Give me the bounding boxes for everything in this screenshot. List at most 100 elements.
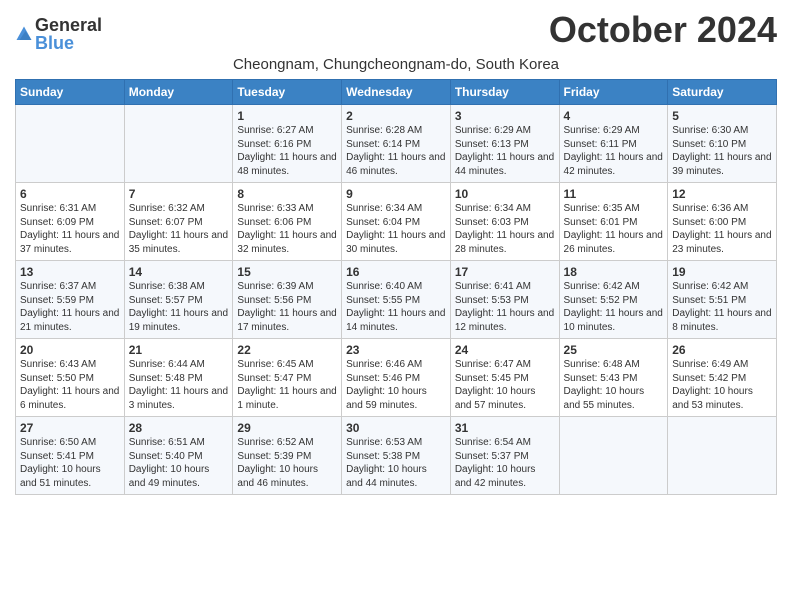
- cell-sun-info: Sunrise: 6:50 AM Sunset: 5:41 PM Dayligh…: [20, 436, 120, 490]
- day-number: 23: [346, 343, 446, 357]
- weekday-header-sunday: Sunday: [16, 80, 125, 105]
- day-number: 19: [672, 265, 772, 279]
- calendar-cell: 3Sunrise: 6:29 AM Sunset: 6:13 PM Daylig…: [450, 105, 559, 183]
- cell-sun-info: Sunrise: 6:28 AM Sunset: 6:14 PM Dayligh…: [346, 124, 446, 178]
- day-number: 2: [346, 109, 446, 123]
- weekday-header-thursday: Thursday: [450, 80, 559, 105]
- calendar-cell: 18Sunrise: 6:42 AM Sunset: 5:52 PM Dayli…: [559, 261, 668, 339]
- calendar-week-row: 1Sunrise: 6:27 AM Sunset: 6:16 PM Daylig…: [16, 105, 777, 183]
- cell-sun-info: Sunrise: 6:29 AM Sunset: 6:13 PM Dayligh…: [455, 124, 555, 178]
- day-number: 16: [346, 265, 446, 279]
- calendar-cell: 13Sunrise: 6:37 AM Sunset: 5:59 PM Dayli…: [16, 261, 125, 339]
- calendar-cell: 9Sunrise: 6:34 AM Sunset: 6:04 PM Daylig…: [342, 183, 451, 261]
- logo: General Blue: [15, 10, 102, 52]
- calendar-cell: 10Sunrise: 6:34 AM Sunset: 6:03 PM Dayli…: [450, 183, 559, 261]
- day-number: 28: [129, 421, 229, 435]
- day-number: 7: [129, 187, 229, 201]
- calendar-week-row: 20Sunrise: 6:43 AM Sunset: 5:50 PM Dayli…: [16, 339, 777, 417]
- weekday-header-saturday: Saturday: [668, 80, 777, 105]
- day-number: 24: [455, 343, 555, 357]
- calendar-cell: 19Sunrise: 6:42 AM Sunset: 5:51 PM Dayli…: [668, 261, 777, 339]
- calendar-cell: [668, 417, 777, 495]
- cell-sun-info: Sunrise: 6:48 AM Sunset: 5:43 PM Dayligh…: [564, 358, 664, 412]
- calendar-cell: 24Sunrise: 6:47 AM Sunset: 5:45 PM Dayli…: [450, 339, 559, 417]
- day-number: 29: [237, 421, 337, 435]
- calendar-cell: 5Sunrise: 6:30 AM Sunset: 6:10 PM Daylig…: [668, 105, 777, 183]
- calendar-cell: 25Sunrise: 6:48 AM Sunset: 5:43 PM Dayli…: [559, 339, 668, 417]
- weekday-header-friday: Friday: [559, 80, 668, 105]
- day-number: 21: [129, 343, 229, 357]
- calendar-cell: [124, 105, 233, 183]
- weekday-header-tuesday: Tuesday: [233, 80, 342, 105]
- calendar-cell: 29Sunrise: 6:52 AM Sunset: 5:39 PM Dayli…: [233, 417, 342, 495]
- day-number: 12: [672, 187, 772, 201]
- cell-sun-info: Sunrise: 6:34 AM Sunset: 6:03 PM Dayligh…: [455, 202, 555, 256]
- cell-sun-info: Sunrise: 6:40 AM Sunset: 5:55 PM Dayligh…: [346, 280, 446, 334]
- day-number: 4: [564, 109, 664, 123]
- cell-sun-info: Sunrise: 6:49 AM Sunset: 5:42 PM Dayligh…: [672, 358, 772, 412]
- cell-sun-info: Sunrise: 6:42 AM Sunset: 5:51 PM Dayligh…: [672, 280, 772, 334]
- cell-sun-info: Sunrise: 6:53 AM Sunset: 5:38 PM Dayligh…: [346, 436, 446, 490]
- cell-sun-info: Sunrise: 6:45 AM Sunset: 5:47 PM Dayligh…: [237, 358, 337, 412]
- day-number: 8: [237, 187, 337, 201]
- cell-sun-info: Sunrise: 6:33 AM Sunset: 6:06 PM Dayligh…: [237, 202, 337, 256]
- calendar-cell: 23Sunrise: 6:46 AM Sunset: 5:46 PM Dayli…: [342, 339, 451, 417]
- cell-sun-info: Sunrise: 6:27 AM Sunset: 6:16 PM Dayligh…: [237, 124, 337, 178]
- month-year-title: October 2024: [549, 10, 777, 50]
- day-number: 27: [20, 421, 120, 435]
- day-number: 10: [455, 187, 555, 201]
- cell-sun-info: Sunrise: 6:30 AM Sunset: 6:10 PM Dayligh…: [672, 124, 772, 178]
- cell-sun-info: Sunrise: 6:44 AM Sunset: 5:48 PM Dayligh…: [129, 358, 229, 412]
- day-number: 25: [564, 343, 664, 357]
- day-number: 9: [346, 187, 446, 201]
- calendar-cell: 7Sunrise: 6:32 AM Sunset: 6:07 PM Daylig…: [124, 183, 233, 261]
- cell-sun-info: Sunrise: 6:34 AM Sunset: 6:04 PM Dayligh…: [346, 202, 446, 256]
- day-number: 30: [346, 421, 446, 435]
- cell-sun-info: Sunrise: 6:46 AM Sunset: 5:46 PM Dayligh…: [346, 358, 446, 412]
- day-number: 13: [20, 265, 120, 279]
- header: General Blue October 2024: [15, 10, 777, 52]
- calendar-cell: 21Sunrise: 6:44 AM Sunset: 5:48 PM Dayli…: [124, 339, 233, 417]
- cell-sun-info: Sunrise: 6:39 AM Sunset: 5:56 PM Dayligh…: [237, 280, 337, 334]
- cell-sun-info: Sunrise: 6:35 AM Sunset: 6:01 PM Dayligh…: [564, 202, 664, 256]
- day-number: 26: [672, 343, 772, 357]
- calendar-table: SundayMondayTuesdayWednesdayThursdayFrid…: [15, 79, 777, 495]
- day-number: 1: [237, 109, 337, 123]
- cell-sun-info: Sunrise: 6:51 AM Sunset: 5:40 PM Dayligh…: [129, 436, 229, 490]
- day-number: 31: [455, 421, 555, 435]
- calendar-cell: [559, 417, 668, 495]
- day-number: 6: [20, 187, 120, 201]
- calendar-cell: 30Sunrise: 6:53 AM Sunset: 5:38 PM Dayli…: [342, 417, 451, 495]
- logo-blue-text: Blue: [35, 34, 102, 52]
- cell-sun-info: Sunrise: 6:29 AM Sunset: 6:11 PM Dayligh…: [564, 124, 664, 178]
- cell-sun-info: Sunrise: 6:32 AM Sunset: 6:07 PM Dayligh…: [129, 202, 229, 256]
- calendar-cell: 8Sunrise: 6:33 AM Sunset: 6:06 PM Daylig…: [233, 183, 342, 261]
- cell-sun-info: Sunrise: 6:38 AM Sunset: 5:57 PM Dayligh…: [129, 280, 229, 334]
- weekday-header-wednesday: Wednesday: [342, 80, 451, 105]
- calendar-cell: 31Sunrise: 6:54 AM Sunset: 5:37 PM Dayli…: [450, 417, 559, 495]
- calendar-cell: 16Sunrise: 6:40 AM Sunset: 5:55 PM Dayli…: [342, 261, 451, 339]
- cell-sun-info: Sunrise: 6:47 AM Sunset: 5:45 PM Dayligh…: [455, 358, 555, 412]
- day-number: 22: [237, 343, 337, 357]
- calendar-cell: 17Sunrise: 6:41 AM Sunset: 5:53 PM Dayli…: [450, 261, 559, 339]
- logo-icon: [15, 25, 33, 43]
- calendar-cell: 4Sunrise: 6:29 AM Sunset: 6:11 PM Daylig…: [559, 105, 668, 183]
- cell-sun-info: Sunrise: 6:36 AM Sunset: 6:00 PM Dayligh…: [672, 202, 772, 256]
- calendar-week-row: 13Sunrise: 6:37 AM Sunset: 5:59 PM Dayli…: [16, 261, 777, 339]
- day-number: 15: [237, 265, 337, 279]
- weekday-header-row: SundayMondayTuesdayWednesdayThursdayFrid…: [16, 80, 777, 105]
- calendar-cell: 15Sunrise: 6:39 AM Sunset: 5:56 PM Dayli…: [233, 261, 342, 339]
- weekday-header-monday: Monday: [124, 80, 233, 105]
- day-number: 20: [20, 343, 120, 357]
- calendar-cell: 28Sunrise: 6:51 AM Sunset: 5:40 PM Dayli…: [124, 417, 233, 495]
- calendar-cell: 11Sunrise: 6:35 AM Sunset: 6:01 PM Dayli…: [559, 183, 668, 261]
- calendar-cell: 22Sunrise: 6:45 AM Sunset: 5:47 PM Dayli…: [233, 339, 342, 417]
- day-number: 17: [455, 265, 555, 279]
- cell-sun-info: Sunrise: 6:41 AM Sunset: 5:53 PM Dayligh…: [455, 280, 555, 334]
- cell-sun-info: Sunrise: 6:52 AM Sunset: 5:39 PM Dayligh…: [237, 436, 337, 490]
- day-number: 14: [129, 265, 229, 279]
- day-number: 11: [564, 187, 664, 201]
- cell-sun-info: Sunrise: 6:37 AM Sunset: 5:59 PM Dayligh…: [20, 280, 120, 334]
- day-number: 18: [564, 265, 664, 279]
- calendar-cell: 20Sunrise: 6:43 AM Sunset: 5:50 PM Dayli…: [16, 339, 125, 417]
